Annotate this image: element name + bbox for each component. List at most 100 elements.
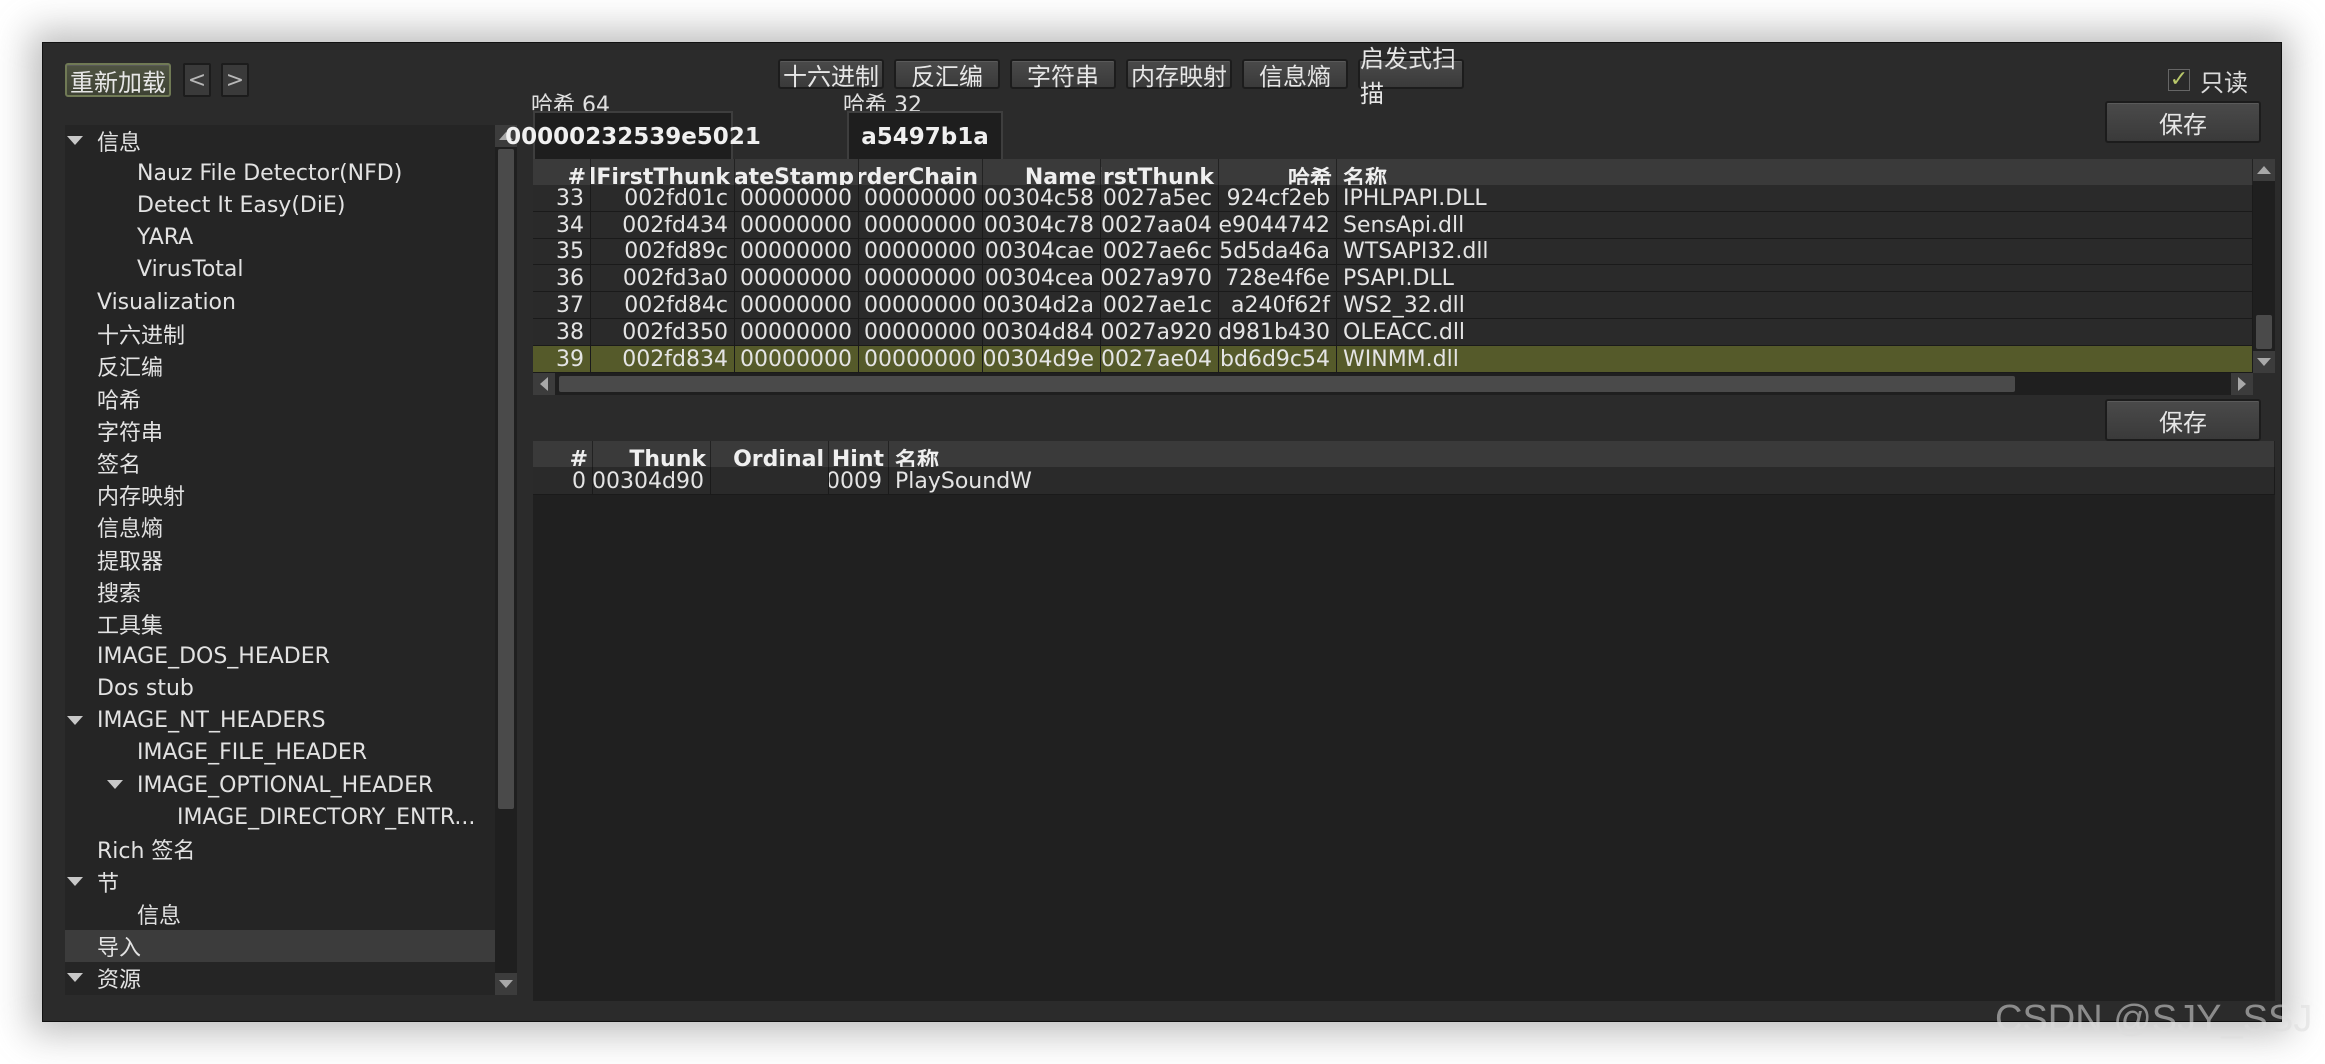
table-row[interactable]: 37 002fd84c 00000000 00000000 00304d2a 0027ae… [533, 292, 2253, 319]
tree-scroll-thumb[interactable] [498, 149, 514, 809]
table-cell: 00000000 [735, 265, 859, 293]
expand-caret-icon[interactable] [67, 136, 83, 145]
table-cell: 00000000 [859, 292, 983, 319]
scroll-left-icon[interactable] [533, 373, 555, 395]
tree-item[interactable]: 十六进制 [65, 318, 517, 350]
table-cell: WS2_32.dll [1337, 292, 2253, 319]
hex-button[interactable]: 十六进制 [778, 59, 884, 91]
table-cell: 00304d2a [983, 292, 1101, 319]
tree-item[interactable]: 信息 [65, 898, 517, 930]
tree-item[interactable]: 资源 [65, 962, 517, 994]
scroll-down-icon[interactable] [495, 973, 517, 995]
forward-button[interactable]: > [221, 63, 249, 97]
tree-item-label: Detect It Easy(DiE) [137, 192, 346, 218]
tree-item[interactable]: YARA [65, 222, 517, 254]
tree-item[interactable]: IMAGE_OPTIONAL_HEADER [65, 769, 517, 801]
table-cell: 34 [533, 211, 591, 239]
tree-item[interactable]: IMAGE_DOS_HEADER [65, 640, 517, 672]
table-row[interactable]: 39 002fd834 00000000 00000000 00304d9e 0027ae… [533, 345, 2253, 373]
table-cell: IPHLPAPI.DLL [1337, 185, 2253, 212]
expand-caret-icon[interactable] [67, 876, 83, 886]
tree-scrollbar[interactable] [495, 125, 517, 995]
strings-button[interactable]: 字符串 [1010, 59, 1116, 91]
tree-item[interactable]: 签名 [65, 447, 517, 479]
table-cell: 37 [533, 292, 591, 319]
disasm-button[interactable]: 反汇编 [894, 59, 1000, 91]
table-row[interactable]: 33 002fd01c 00000000 00000000 00304c58 0027a5… [533, 185, 2253, 212]
table-cell: 002fd834 [591, 345, 735, 373]
imports-vscroll-thumb[interactable] [2256, 315, 2272, 349]
expand-caret-icon[interactable] [107, 780, 123, 789]
tree-item[interactable]: 内存映射 [65, 479, 517, 511]
table-cell: 00304d9e [983, 345, 1101, 373]
tree-item-label: Visualization [97, 289, 236, 315]
tree-item[interactable]: Detect It Easy(DiE) [65, 189, 517, 221]
tree-item[interactable]: 信息 [65, 125, 517, 157]
table-row[interactable]: 38 002fd350 00000000 00000000 00304d84 0027a9… [533, 319, 2253, 346]
tree-item[interactable]: IMAGE_FILE_HEADER [65, 737, 517, 769]
table-row[interactable]: 35 002fd89c 00000000 00000000 00304cae 0027ae… [533, 238, 2253, 266]
tree-item-label: IMAGE_NT_HEADERS [97, 708, 326, 734]
navigation-tree[interactable]: 信息 Nauz File Detector(NFD) Detect It Easy(… [65, 125, 517, 995]
tree-item-label: 信息 [137, 903, 182, 929]
table-row[interactable]: 34 002fd434 00000000 00000000 00304c78 0027aa… [533, 211, 2253, 239]
reload-button[interactable]: 重新加载 [65, 63, 171, 97]
memory-map-button[interactable]: 内存映射 [1126, 59, 1232, 91]
tree-item[interactable]: Dos stub [65, 672, 517, 704]
entropy-button[interactable]: 信息熵 [1242, 59, 1348, 91]
tree-item[interactable]: Visualization [65, 286, 517, 318]
scroll-right-icon[interactable] [2231, 373, 2253, 395]
table-cell: 0027a970 [1101, 265, 1219, 293]
tree-item[interactable]: Rich 签名 [65, 833, 517, 865]
app-window: 重新加载 < > ✓ 只读 信息 Nauz File Detector(NFD) D… [42, 42, 2282, 1022]
tree-item[interactable]: 搜索 [65, 576, 517, 608]
table-cell: 00000000 [859, 185, 983, 212]
table-row[interactable]: 36 002fd3a0 00000000 00000000 00304cea 0027a9… [533, 265, 2253, 293]
tree-item-label: 反汇编 [97, 356, 164, 382]
table-cell: 00304cea [983, 265, 1101, 293]
functions-table[interactable]: # Thunk Ordinal Hint 名称 0 00304d90 0009 PlaySou… [533, 441, 2275, 1001]
tree-item-label: IMAGE_DOS_HEADER [97, 643, 330, 669]
scroll-up-icon[interactable] [2253, 159, 2275, 181]
tree-item-label: 哈希 [97, 388, 142, 414]
tree-item[interactable]: 导入 [65, 930, 517, 962]
tree-item[interactable]: VirusTotal [65, 254, 517, 286]
table-cell: 002fd84c [591, 292, 735, 319]
table-row[interactable]: 0 00304d90 0009 PlaySoundW [533, 467, 2275, 495]
table-cell: 00304c78 [983, 211, 1101, 239]
table-cell: 38 [533, 319, 591, 346]
tree-item[interactable]: 提取器 [65, 544, 517, 576]
back-button[interactable]: < [183, 63, 211, 97]
readonly-checkbox[interactable]: ✓ 只读 [2168, 63, 2248, 97]
tree-item[interactable]: 节 [65, 866, 517, 898]
expand-caret-icon[interactable] [67, 973, 83, 983]
imports-hscrollbar[interactable] [533, 373, 2253, 395]
imports-table[interactable]: #OriginalFirstThunkTimeDateStampForwarde… [533, 159, 2253, 373]
tree-item-label: 节 [97, 871, 120, 897]
table-cell: a240f62f [1219, 292, 1337, 319]
table-cell: 0 [533, 467, 593, 495]
tree-item[interactable]: IMAGE_NT_HEADERS [65, 705, 517, 737]
hash64-value: 00000232539e5021 [505, 111, 761, 163]
tree-item[interactable]: Nauz File Detector(NFD) [65, 157, 517, 189]
checkbox-check-icon[interactable]: ✓ [2168, 69, 2190, 91]
imports-vscrollbar[interactable] [2253, 159, 2275, 373]
save-functions-button[interactable]: 保存 [2105, 399, 2261, 441]
imports-hscroll-thumb[interactable] [559, 376, 2015, 392]
table-cell: 728e4f6e [1219, 265, 1337, 293]
tree-item-label: 导入 [97, 936, 142, 961]
tree-item-label: 信息 [97, 131, 142, 156]
table-cell [711, 467, 829, 495]
save-button[interactable]: 保存 [2105, 101, 2261, 143]
tree-item-label: 工具集 [97, 614, 164, 639]
table-cell: SensApi.dll [1337, 211, 2253, 239]
tree-item[interactable]: 工具集 [65, 608, 517, 640]
heuristic-scan-button[interactable]: 启发式扫描 [1358, 45, 1464, 108]
tree-item[interactable]: 反汇编 [65, 350, 517, 382]
tree-item[interactable]: IMAGE_DIRECTORY_ENTR... [65, 801, 517, 833]
tree-item[interactable]: 信息熵 [65, 511, 517, 543]
scroll-down-icon[interactable] [2253, 351, 2275, 373]
tree-item[interactable]: 字符串 [65, 415, 517, 447]
tree-item[interactable]: 哈希 [65, 383, 517, 415]
expand-caret-icon[interactable] [67, 715, 83, 725]
